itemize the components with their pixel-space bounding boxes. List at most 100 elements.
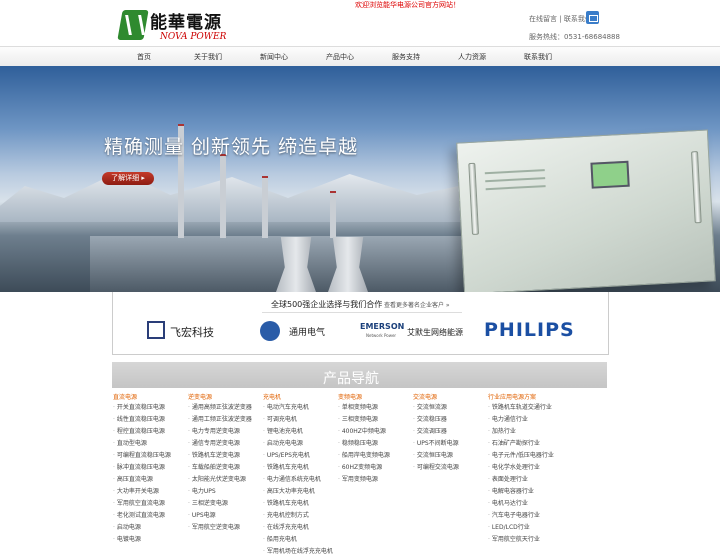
product-link[interactable]: 电解电容器行业 bbox=[488, 486, 554, 498]
product-link[interactable]: 单相变频电源 bbox=[338, 402, 390, 414]
site-logo[interactable]: 能華電源 NOVA POWER bbox=[117, 8, 230, 44]
nav-products[interactable]: 产品中心 bbox=[326, 52, 354, 62]
nav-support[interactable]: 服务支持 bbox=[392, 52, 420, 62]
learn-more-button[interactable]: 了解详细 ▸ bbox=[102, 172, 154, 185]
partner-philips[interactable]: PHILIPS bbox=[484, 319, 575, 341]
product-link[interactable]: 启动电源 bbox=[113, 522, 171, 534]
nav-news[interactable]: 新闻中心 bbox=[260, 52, 288, 62]
product-nav-title: 产品导航 bbox=[323, 371, 379, 387]
product-link[interactable]: 通用高频正弦波逆变器 bbox=[188, 402, 252, 414]
hotline-number: 0531-68684888 bbox=[564, 33, 620, 41]
guestbook-link[interactable]: 在线留言 bbox=[529, 15, 557, 23]
top-links: 在线留言 | 联系我们 bbox=[529, 14, 592, 24]
ge-icon bbox=[260, 321, 280, 341]
product-link[interactable]: 军用航空航天行业 bbox=[488, 534, 554, 546]
product-link[interactable]: 开关直流稳压电源 bbox=[113, 402, 171, 414]
product-link[interactable]: 电动汽车充电机 bbox=[263, 402, 333, 414]
product-link[interactable]: 交流稳压器 bbox=[413, 414, 459, 426]
product-link[interactable]: 铁路机车轨道交通行业 bbox=[488, 402, 554, 414]
product-link[interactable]: 电化学水处理行业 bbox=[488, 462, 554, 474]
product-link[interactable]: 军用航空逆变电源 bbox=[188, 522, 252, 534]
message-icon[interactable] bbox=[586, 11, 599, 24]
nav-hr[interactable]: 人力资源 bbox=[458, 52, 486, 62]
product-link[interactable]: 脉冲直流稳压电源 bbox=[113, 462, 171, 474]
product-link[interactable]: 电力专用逆变电源 bbox=[188, 426, 252, 438]
product-link[interactable]: 铁路机车充电机 bbox=[263, 462, 333, 474]
product-link[interactable]: 船用岸电变频电源 bbox=[338, 450, 390, 462]
phihong-icon bbox=[147, 321, 165, 339]
product-link[interactable]: 太阳能光伏逆变电源 bbox=[188, 474, 252, 486]
product-link[interactable]: 电子元件/低压电器行业 bbox=[488, 450, 554, 462]
product-link[interactable]: 电力通信行业 bbox=[488, 414, 554, 426]
product-link[interactable]: 电机马达行业 bbox=[488, 498, 554, 510]
product-link[interactable]: LED/LCD行业 bbox=[488, 522, 554, 534]
product-link[interactable]: 高压大功率充电机 bbox=[263, 486, 333, 498]
product-link[interactable]: 电力通信系统充电机 bbox=[263, 474, 333, 486]
partner-ge[interactable]: 通用电气 bbox=[289, 325, 325, 338]
product-link[interactable]: 60HZ变频电源 bbox=[338, 462, 390, 474]
column-heading[interactable]: 交流电源 bbox=[413, 392, 459, 402]
product-link[interactable]: 程控直流稳压电源 bbox=[113, 426, 171, 438]
product-link[interactable]: 可编程交流电源 bbox=[413, 462, 459, 474]
logo-english-name: NOVA POWER bbox=[160, 32, 227, 42]
product-link[interactable]: 汽车电子电器行业 bbox=[488, 510, 554, 522]
product-link[interactable]: 表面处理行业 bbox=[488, 474, 554, 486]
device-handle bbox=[468, 162, 480, 235]
product-link[interactable]: 船用充电机 bbox=[263, 534, 333, 546]
product-link[interactable]: 稳频稳压电源 bbox=[338, 438, 390, 450]
nav-about[interactable]: 关于我们 bbox=[194, 52, 222, 62]
column-heading[interactable]: 充电机 bbox=[263, 392, 333, 402]
product-link[interactable]: 直动型电源 bbox=[113, 438, 171, 450]
product-column-inverter: 逆变电源 通用高频正弦波逆变器 通用工频正弦波逆变器 电力专用逆变电源 通信专用… bbox=[188, 392, 252, 534]
product-link[interactable]: UPS/EPS充电机 bbox=[263, 450, 333, 462]
product-link[interactable]: 通用工频正弦波逆变器 bbox=[188, 414, 252, 426]
product-link[interactable]: 可编程直流稳压电源 bbox=[113, 450, 171, 462]
product-link[interactable]: 充电机控制方式 bbox=[263, 510, 333, 522]
product-link[interactable]: 军用变频电源 bbox=[338, 474, 390, 486]
product-link[interactable]: 线性直流稳压电源 bbox=[113, 414, 171, 426]
product-link[interactable]: 大功率开关电源 bbox=[113, 486, 171, 498]
more-clients-link[interactable]: 查看更多著名企业客户 » bbox=[384, 300, 450, 309]
product-link[interactable]: 交流恒流源 bbox=[413, 402, 459, 414]
product-link[interactable]: 400HZ中频电源 bbox=[338, 426, 390, 438]
column-heading[interactable]: 逆变电源 bbox=[188, 392, 252, 402]
product-link[interactable]: 铁路机车逆变电源 bbox=[188, 450, 252, 462]
product-link[interactable]: 石油矿产勘探行业 bbox=[488, 438, 554, 450]
product-link[interactable]: 交流恒压电源 bbox=[413, 450, 459, 462]
product-link[interactable]: 老化测试直流电源 bbox=[113, 510, 171, 522]
product-link[interactable]: 军用航空直流电源 bbox=[113, 498, 171, 510]
chimney-graphic bbox=[330, 191, 336, 238]
column-heading[interactable]: 行业应用电源方案 bbox=[488, 392, 554, 402]
nav-contact[interactable]: 联系我们 bbox=[524, 52, 552, 62]
product-link[interactable]: UPS电源 bbox=[188, 510, 252, 522]
product-link[interactable]: 军用机场在线浮充充电机 bbox=[263, 546, 333, 558]
hero-banner: 精确测量 创新领先 缔造卓越 了解详细 ▸ bbox=[0, 66, 720, 292]
product-link[interactable]: 高压直流电源 bbox=[113, 474, 171, 486]
product-link[interactable]: 可调充电机 bbox=[263, 414, 333, 426]
product-link[interactable]: 车载船舶逆变电源 bbox=[188, 462, 252, 474]
partners-divider bbox=[262, 312, 462, 313]
device-handle bbox=[690, 151, 702, 224]
product-link[interactable]: 电镀电源 bbox=[113, 534, 171, 546]
product-link[interactable]: 在线浮充充电机 bbox=[263, 522, 333, 534]
banner-slogan: 精确测量 创新领先 缔造卓越 bbox=[104, 136, 359, 158]
device-display bbox=[590, 160, 630, 189]
product-link[interactable]: 启动充电电源 bbox=[263, 438, 333, 450]
product-link[interactable]: UPS不间断电源 bbox=[413, 438, 459, 450]
product-link[interactable]: 三相变频电源 bbox=[338, 414, 390, 426]
column-heading[interactable]: 直流电源 bbox=[113, 392, 171, 402]
product-link[interactable]: 通信专用逆变电源 bbox=[188, 438, 252, 450]
column-heading[interactable]: 变频电源 bbox=[338, 392, 390, 402]
nav-home[interactable]: 首页 bbox=[137, 52, 151, 62]
product-link[interactable]: 锂电池充电机 bbox=[263, 426, 333, 438]
product-link[interactable]: 加热行业 bbox=[488, 426, 554, 438]
product-column-frequency: 变频电源 单相变频电源 三相变频电源 400HZ中频电源 稳频稳压电源 船用岸电… bbox=[338, 392, 390, 486]
partner-emerson[interactable]: 艾默生网络能源 bbox=[407, 327, 463, 338]
nova-logo-icon bbox=[117, 10, 149, 40]
partner-phihong[interactable]: 飞宏科技 bbox=[170, 324, 214, 340]
product-link[interactable]: 交流调压器 bbox=[413, 426, 459, 438]
product-link[interactable]: 三相逆变电源 bbox=[188, 498, 252, 510]
product-link[interactable]: 电力UPS bbox=[188, 486, 252, 498]
product-link[interactable]: 铁路机车充电机 bbox=[263, 498, 333, 510]
device-vent bbox=[485, 177, 546, 183]
